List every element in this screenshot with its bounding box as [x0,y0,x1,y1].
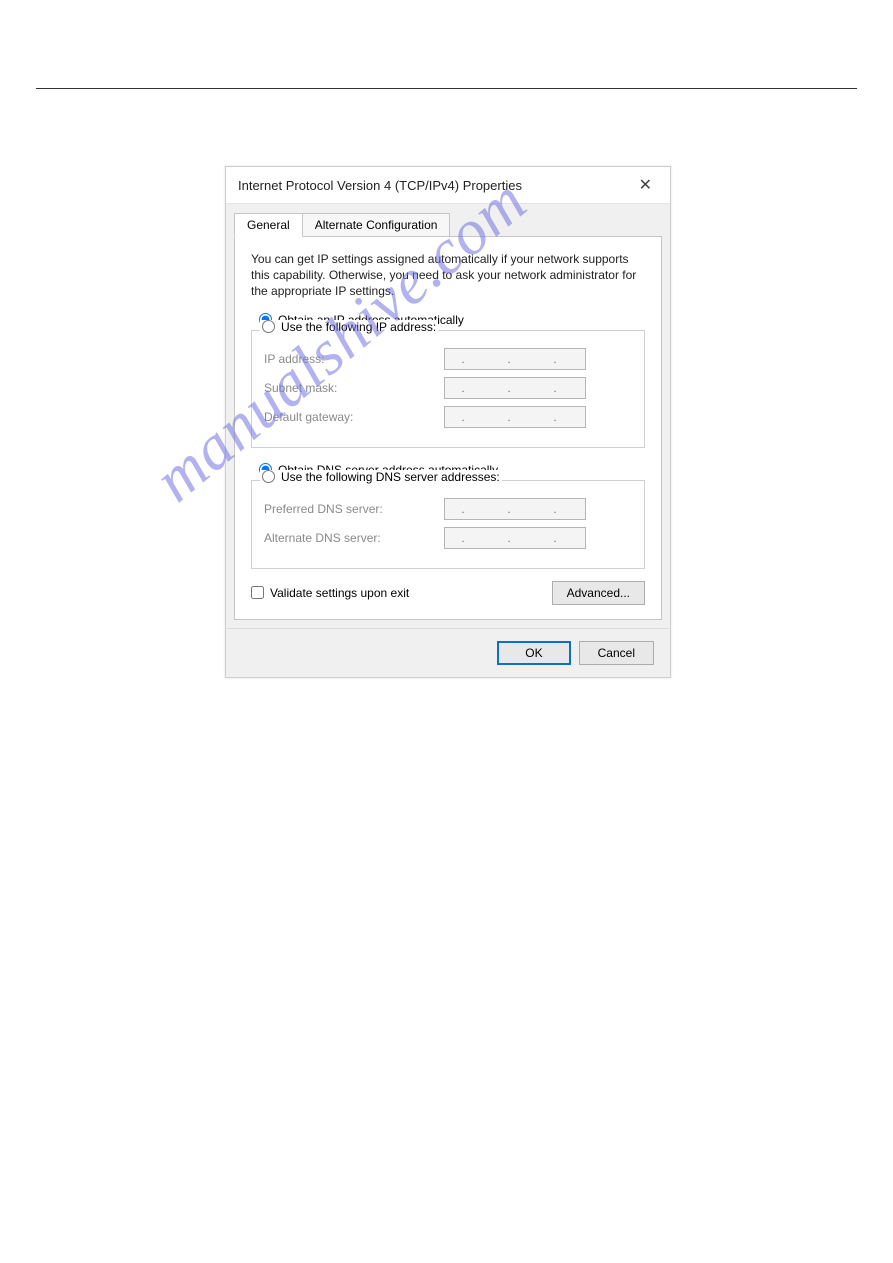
preferred-dns-row: Preferred DNS server: [264,498,632,520]
preferred-dns-label: Preferred DNS server: [264,502,444,516]
ip-manual-group: Use the following IP address: IP address… [251,330,645,448]
ip-address-input [444,348,586,370]
radio-dns-manual-label: Use the following DNS server addresses: [281,470,500,484]
gateway-label: Default gateway: [264,410,444,424]
dialog-titlebar: Internet Protocol Version 4 (TCP/IPv4) P… [226,167,670,204]
gateway-row: Default gateway: [264,406,632,428]
general-panel: You can get IP settings assigned automat… [234,236,662,620]
preferred-dns-input [444,498,586,520]
dns-manual-group: Use the following DNS server addresses: … [251,480,645,569]
tab-general[interactable]: General [234,213,303,237]
cancel-button[interactable]: Cancel [579,641,654,665]
close-icon[interactable]: ✕ [633,175,658,195]
description-text: You can get IP settings assigned automat… [251,251,645,300]
alternate-dns-row: Alternate DNS server: [264,527,632,549]
ip-address-row: IP address: [264,348,632,370]
ipv4-properties-dialog: Internet Protocol Version 4 (TCP/IPv4) P… [225,166,671,678]
radio-dns-manual[interactable] [262,470,275,483]
gateway-input [444,406,586,428]
validate-label: Validate settings upon exit [270,586,409,600]
radio-ip-manual[interactable] [262,320,275,333]
tab-alternate-configuration[interactable]: Alternate Configuration [303,213,451,237]
horizontal-rule [36,88,857,89]
alternate-dns-input [444,527,586,549]
subnet-label: Subnet mask: [264,381,444,395]
subnet-row: Subnet mask: [264,377,632,399]
panel-bottom-row: Validate settings upon exit Advanced... [251,581,645,605]
dialog-title: Internet Protocol Version 4 (TCP/IPv4) P… [238,178,522,193]
validate-checkbox-row[interactable]: Validate settings upon exit [251,586,409,600]
ip-address-label: IP address: [264,352,444,366]
ok-button[interactable]: OK [497,641,570,665]
validate-checkbox[interactable] [251,586,264,599]
alternate-dns-label: Alternate DNS server: [264,531,444,545]
subnet-input [444,377,586,399]
advanced-button[interactable]: Advanced... [552,581,645,605]
tab-strip: General Alternate Configuration [226,204,670,236]
ip-manual-legend[interactable]: Use the following IP address: [260,320,438,334]
radio-ip-manual-label: Use the following IP address: [281,320,436,334]
dialog-footer: OK Cancel [226,628,670,677]
dns-manual-legend[interactable]: Use the following DNS server addresses: [260,470,502,484]
